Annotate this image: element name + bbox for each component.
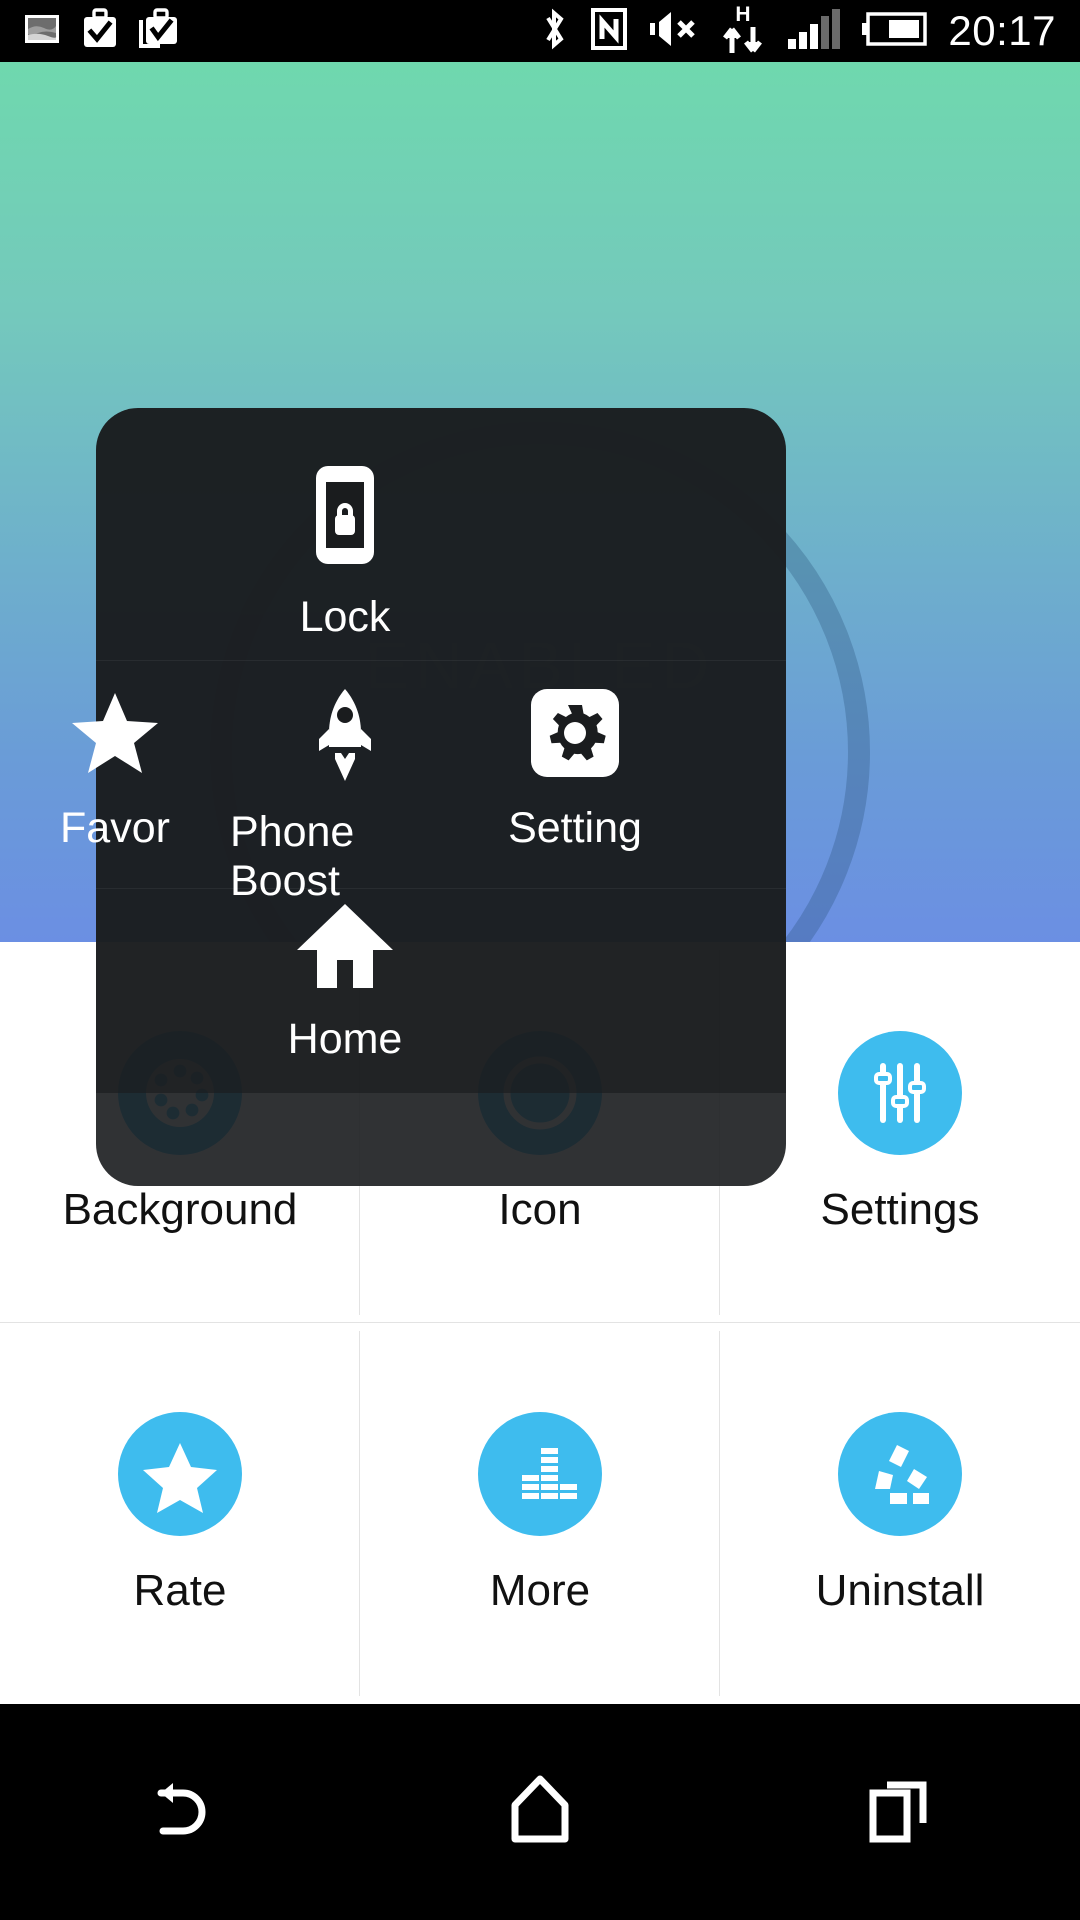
status-bar-left-icons: [0, 7, 180, 55]
gallery-icon: [22, 9, 62, 54]
signal-bars-icon: [786, 7, 842, 56]
phone-lock-icon: [290, 460, 400, 575]
panel-item-label: Lock: [299, 593, 391, 641]
panel-item-setting[interactable]: Setting: [460, 685, 690, 906]
back-button[interactable]: [105, 1737, 255, 1887]
panel-item-label: Favor: [60, 804, 170, 852]
grid-item-label: More: [489, 1565, 591, 1615]
volume-mute-icon: [648, 8, 700, 55]
grid-item-label: Rate: [133, 1565, 227, 1615]
panel-item-home[interactable]: Home: [0, 900, 690, 1064]
rocket-icon: [297, 685, 393, 790]
quick-action-panel-lower: [96, 1093, 786, 1186]
panel-row-lock: Lock: [0, 460, 690, 642]
panel-item-label: Setting: [508, 804, 642, 852]
navigation-bar: [0, 1704, 1080, 1920]
recents-button[interactable]: [825, 1737, 975, 1887]
grid-item-label: Icon: [498, 1184, 582, 1234]
panel-item-lock[interactable]: Lock: [0, 460, 690, 642]
grid-item-label: Uninstall: [815, 1565, 985, 1615]
nfc-icon: [590, 7, 628, 56]
home-icon: [295, 900, 395, 997]
grid-item-label: Settings: [820, 1184, 980, 1234]
svg-text:H: H: [736, 3, 751, 26]
gear-icon: [527, 685, 623, 786]
panel-row-actions: Favor Phone Boost Setting: [0, 685, 690, 906]
grid-item-more[interactable]: More: [360, 1323, 720, 1704]
back-arrow-icon: [143, 1773, 217, 1852]
recents-icon: [865, 1773, 935, 1852]
panel-item-favor[interactable]: Favor: [0, 685, 230, 906]
status-bar-right-icons: H 20:17: [538, 3, 1080, 60]
grid-item-uninstall[interactable]: Uninstall: [720, 1323, 1080, 1704]
status-bar-clock: 20:17: [948, 7, 1056, 54]
panel-row-home: Home: [0, 900, 690, 1064]
panel-item-phone-boost[interactable]: Phone Boost: [230, 685, 460, 906]
panel-item-label: Phone Boost: [230, 808, 355, 905]
sliders-icon: [838, 1030, 962, 1155]
star-circle-icon: [118, 1411, 242, 1536]
status-bar: H 20:17: [0, 0, 1080, 62]
briefcase-check-copy-icon: [138, 7, 180, 55]
home-pentagon-icon: [507, 1773, 573, 1852]
star-icon: [67, 685, 163, 786]
panel-item-label: Home: [287, 1015, 403, 1063]
equalizer-icon: [478, 1411, 602, 1536]
briefcase-check-icon: [80, 7, 120, 55]
bluetooth-icon: [538, 7, 570, 56]
battery-icon: [862, 10, 928, 53]
grid-item-label: Background: [62, 1184, 298, 1234]
panel-divider-1: [96, 660, 786, 661]
hspa-data-icon: H: [720, 3, 766, 60]
grid-item-rate[interactable]: Rate: [0, 1323, 360, 1704]
recycle-icon: [838, 1411, 962, 1536]
home-button[interactable]: [465, 1737, 615, 1887]
